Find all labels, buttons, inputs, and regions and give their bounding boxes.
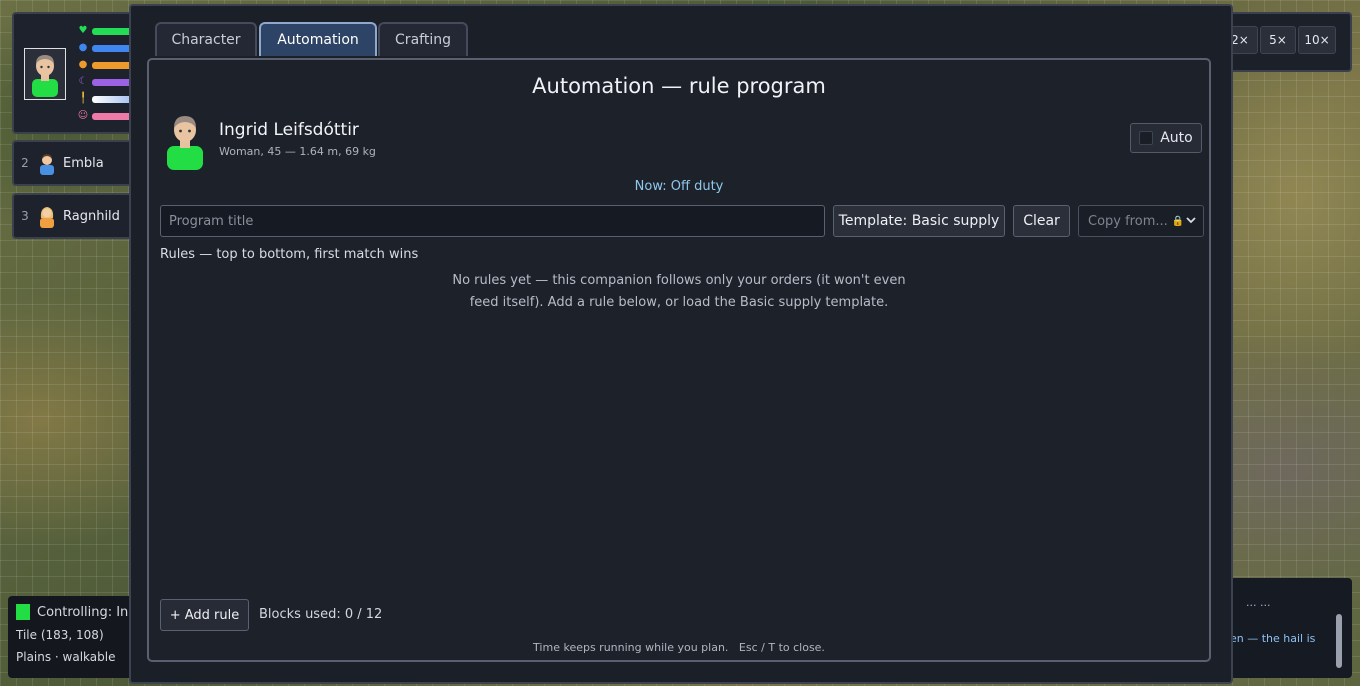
- party-member-ragnhild[interactable]: 3 Ragnhild: [12, 193, 146, 239]
- auto-checkbox[interactable]: [1139, 131, 1154, 145]
- tile-coordinates: Tile (183, 108): [16, 628, 104, 642]
- water-drop-icon: ●: [78, 42, 88, 53]
- thermometer-icon: ╿: [79, 93, 87, 104]
- heart-icon: ♥: [78, 25, 88, 36]
- rules-header: Rules — top to bottom, first match wins: [160, 247, 419, 262]
- character-modal: Character Automation Crafting Automation…: [129, 4, 1233, 684]
- current-activity-status: Now: Off duty: [634, 179, 724, 194]
- character-avatar: [163, 112, 207, 170]
- food-icon: ●: [78, 59, 88, 70]
- panel-title: Automation — rule program: [532, 74, 826, 98]
- lock-icon: 🔒: [1171, 215, 1185, 227]
- template-basic-supply-button[interactable]: Template: Basic supply: [833, 205, 1005, 237]
- footer-hint: Time keeps running while you plan. Esc /…: [533, 641, 825, 654]
- message-log[interactable]: ... ... en — the hail is: [1228, 578, 1352, 678]
- program-title-input[interactable]: [160, 205, 825, 237]
- empty-rules-line: No rules yet — this companion follows on…: [452, 273, 906, 288]
- leader-portrait: [24, 48, 66, 100]
- party-member-embla[interactable]: 2 Embla: [12, 140, 146, 186]
- tab-character[interactable]: Character: [155, 22, 257, 56]
- tile-terrain: Plains · walkable: [16, 650, 116, 664]
- controlling-line: Controlling: In: [16, 604, 128, 620]
- log-line: en — the hail is: [1230, 632, 1316, 645]
- ragnhild-portrait: [36, 204, 58, 228]
- copy-from-select[interactable]: Copy from... 🔒: [1078, 205, 1204, 237]
- speed-5x-button[interactable]: 5×: [1260, 26, 1296, 54]
- party-member-name: Embla: [63, 155, 104, 171]
- auto-label: Auto: [1160, 130, 1193, 146]
- moon-icon: ☾: [78, 76, 88, 87]
- tab-crafting[interactable]: Crafting: [378, 22, 468, 56]
- character-details: Woman, 45 — 1.64 m, 69 kg: [219, 145, 376, 158]
- controlling-text: Controlling: In: [37, 604, 129, 620]
- chevron-down-icon: [1186, 217, 1196, 224]
- auto-toggle[interactable]: Auto: [1130, 123, 1202, 153]
- party-slot-number: 2: [21, 156, 29, 170]
- unit-color-swatch: [16, 604, 30, 620]
- embla-portrait: [36, 151, 58, 175]
- log-scrollbar[interactable]: [1336, 614, 1342, 668]
- copy-from-label: Copy from...: [1088, 213, 1168, 229]
- add-rule-button[interactable]: + Add rule: [160, 599, 249, 631]
- blocks-used-counter: Blocks used: 0 / 12: [259, 607, 383, 622]
- clear-button[interactable]: Clear: [1013, 205, 1070, 237]
- empty-rules-line: feed itself). Add a rule below, or load …: [469, 295, 889, 310]
- empty-rules-message: No rules yet — this companion follows on…: [149, 270, 1209, 314]
- automation-panel: Automation — rule program Ingrid Leifsdó…: [147, 58, 1211, 662]
- tab-automation[interactable]: Automation: [259, 22, 377, 56]
- character-name: Ingrid Leifsdóttir: [219, 120, 359, 140]
- controlled-unit-status: Controlling: In Tile (183, 108) Plains ·…: [8, 596, 138, 678]
- mood-icon: ☺: [77, 110, 89, 121]
- log-line: ... ...: [1246, 596, 1271, 609]
- speed-10x-button[interactable]: 10×: [1298, 26, 1336, 54]
- party-slot-number: 3: [21, 209, 29, 223]
- party-member-name: Ragnhild: [63, 208, 120, 224]
